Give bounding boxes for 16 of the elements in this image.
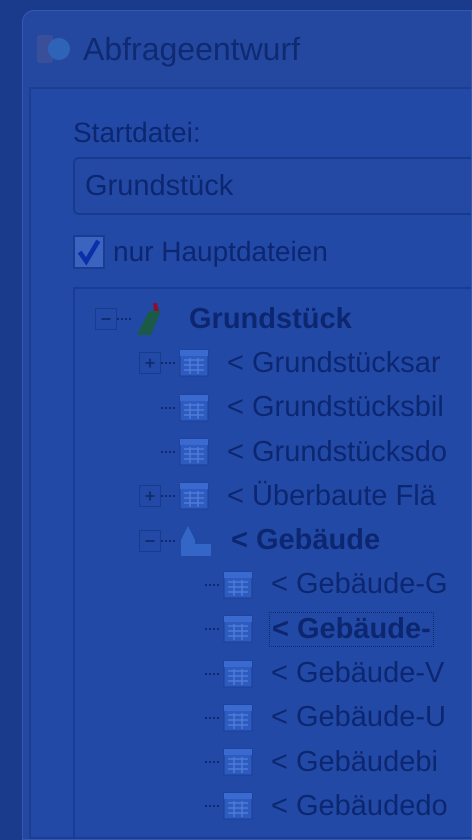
table-icon — [223, 658, 253, 689]
table-icon — [179, 437, 209, 468]
table-icon — [223, 791, 253, 822]
collapse-icon[interactable] — [95, 308, 117, 330]
table-icon — [223, 570, 253, 600]
expand-icon[interactable] — [139, 485, 161, 508]
expand-icon[interactable] — [139, 352, 161, 374]
table-icon — [223, 747, 253, 778]
table-icon — [179, 348, 209, 378]
collapse-icon[interactable] — [139, 530, 161, 552]
table-icon — [223, 702, 253, 733]
checkbox[interactable] — [73, 235, 105, 269]
building-icon — [179, 524, 213, 558]
table-icon — [179, 481, 209, 512]
table-icon — [223, 614, 253, 644]
table-icon — [179, 392, 209, 423]
